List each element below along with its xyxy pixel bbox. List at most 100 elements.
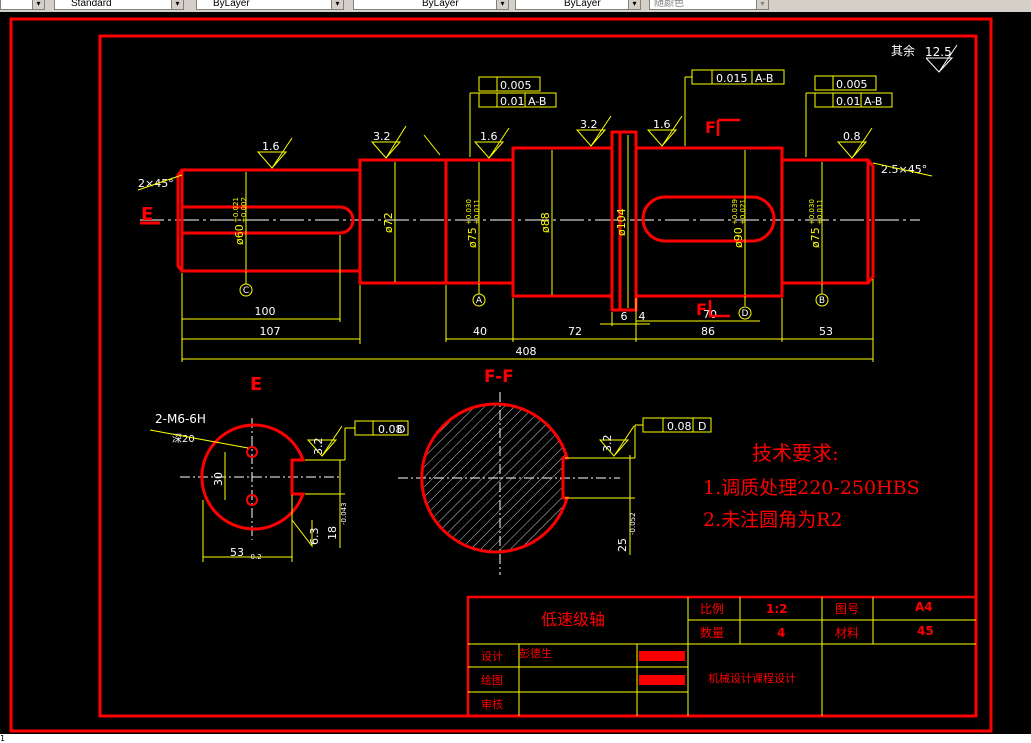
drawing-svg[interactable]: 其余 12.5 ø60 +0.021 +0.002 ø72 ø75 +0.030…	[0, 12, 1031, 734]
tol-frame-3-ref: A-B	[755, 72, 773, 85]
dia-90-tol-up: +0.039	[731, 199, 739, 225]
status-text: 1	[0, 734, 6, 743]
dia-75b-label: ø75	[809, 227, 822, 248]
dia-72-label: ø72	[382, 212, 395, 233]
view-f-dims	[565, 417, 712, 555]
tol-frame-2-value: 0.01	[500, 95, 525, 108]
roughness-0-8: 0.8	[843, 130, 861, 143]
drawing-no-value: A4	[915, 600, 933, 614]
dim-86: 86	[701, 325, 715, 338]
lineweight-select[interactable]: ByLayer ▾	[515, 0, 641, 10]
view-f-dim-25-tol: -0.052	[629, 512, 637, 535]
roughness-3-2-a: 3.2	[373, 130, 391, 143]
scale-value: 1:2	[766, 602, 788, 616]
check-label: 审核	[481, 697, 503, 711]
tol-frame-1-value: 0.005	[500, 79, 532, 92]
layer-color-select[interactable]: ByLayer ▾	[196, 0, 344, 10]
dia-60-tol-lo: +0.002	[240, 197, 248, 223]
part-name: 低速级轴	[541, 610, 605, 629]
drawn-label: 绘图	[481, 673, 503, 687]
design-label: 设计	[481, 650, 503, 663]
dia-60-label: ø60	[233, 224, 246, 245]
chevron-down-icon[interactable]: ▾	[628, 0, 640, 9]
tech-req-line1: 1.调质处理220-250HBS	[703, 477, 920, 499]
thread-spec: 2-M6-6H	[155, 412, 206, 426]
plot-style-select[interactable]: 随颜色 ▾	[649, 0, 769, 10]
drawing-canvas[interactable]: 其余 12.5 ø60 +0.021 +0.002 ø72 ø75 +0.030…	[0, 12, 1031, 740]
view-f-tol-ref: D	[698, 420, 706, 433]
plot-style-value: 随颜色	[654, 0, 684, 9]
view-e-dim-53-tol: -0.2	[248, 553, 262, 561]
tech-req-line2: 2.未注圆角为R2	[703, 509, 843, 531]
view-e-roughness-6-3: 6.3	[308, 528, 321, 546]
view-e-dim-30: 30	[212, 472, 225, 486]
view-f-roughness-3-2: 3.2	[601, 435, 614, 453]
dia-104-label: ø104	[615, 208, 628, 236]
view-f-dim-25: 25	[616, 538, 629, 552]
material-value: 45	[917, 624, 934, 638]
chevron-down-icon[interactable]: ▾	[496, 0, 508, 9]
qty-label: 数量	[700, 625, 724, 640]
dia-90-label: ø90	[732, 227, 745, 248]
dim-408: 408	[516, 345, 537, 358]
dia-75b-tol-lo: +0.011	[816, 199, 824, 225]
scale-label: 比例	[700, 602, 724, 616]
tol-frame-5-value: 0.01	[836, 95, 861, 108]
tol-frame-3-value: 0.015	[716, 72, 748, 85]
thread-leader	[149, 429, 249, 449]
tech-req-title: 技术要求:	[752, 441, 839, 465]
roughness-symbols	[256, 115, 873, 169]
shaft-outline	[176, 130, 875, 312]
linetype-value: ByLayer	[422, 0, 459, 9]
view-e-title: E	[250, 374, 262, 395]
lineweight-value: ByLayer	[564, 0, 601, 9]
cut-f-top: F	[705, 118, 716, 137]
datum-d: D	[742, 309, 749, 319]
dia-75a-label: ø75	[466, 227, 479, 248]
layer-color-value: ByLayer	[213, 0, 250, 9]
roughness-3-2-b: 3.2	[580, 118, 598, 131]
tol-frame-5-ref: A-B	[864, 95, 882, 108]
drawing-no-label: 图号	[835, 602, 859, 616]
dia-75a-tol-up: +0.030	[465, 199, 473, 225]
material-label: 材料	[835, 626, 859, 640]
roughness-note: 其余	[891, 43, 915, 58]
datum-a: A	[476, 296, 483, 306]
datum-b: B	[819, 296, 825, 306]
qty-value: 4	[777, 626, 785, 640]
tolerance-frames-top	[469, 69, 893, 157]
dim-100: 100	[255, 305, 276, 318]
chevron-down-icon[interactable]: ▾	[331, 0, 343, 9]
chevron-down-icon[interactable]: ▾	[32, 0, 44, 9]
view-f-section	[420, 402, 569, 554]
linetype-select[interactable]: ByLayer ▾	[353, 0, 509, 10]
dim-72: 72	[568, 325, 582, 338]
dia-75b-tol-up: +0.030	[808, 199, 816, 225]
dim-40: 40	[473, 325, 487, 338]
chevron-down-icon[interactable]: ▾	[171, 0, 183, 9]
view-e-dim-18-tol: -0.043	[340, 502, 348, 525]
length-dimensions	[181, 235, 874, 362]
dia-60-tol-up: +0.021	[232, 197, 240, 223]
view-e-dim-53: 53	[230, 546, 244, 559]
view-e-dims	[202, 420, 409, 562]
roughness-main: 12.5	[925, 45, 952, 59]
dim-6: 6	[621, 310, 628, 323]
tol-frame-2-ref: A-B	[528, 95, 546, 108]
datum-c: C	[243, 286, 249, 296]
cut-f-bottom: F	[696, 300, 707, 319]
tol-frame-4-value: 0.005	[836, 78, 868, 91]
dim-53: 53	[819, 325, 833, 338]
view-e-roughness-3-2: 3.2	[312, 438, 325, 456]
view-e-tol-ref: D	[397, 423, 405, 436]
dia-75a-tol-lo: +0.011	[473, 199, 481, 225]
cut-f-top-mark	[716, 118, 740, 136]
status-bar: 1	[0, 734, 1031, 743]
roughness-1-6-a: 1.6	[262, 140, 280, 153]
view-f-title: F-F	[484, 367, 514, 387]
dim-4: 4	[639, 310, 646, 323]
chevron-down-icon[interactable]: ▾	[756, 0, 768, 9]
text-style-select[interactable]: Standard ▾	[54, 0, 184, 10]
view-f-tol-value: 0.08	[667, 420, 692, 433]
toolbar-left-dropdown[interactable]: ▾	[0, 0, 45, 10]
